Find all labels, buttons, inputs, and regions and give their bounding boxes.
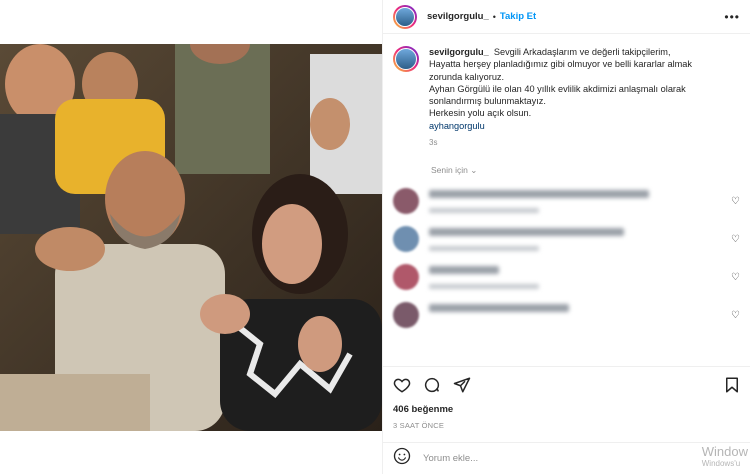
separator-dot: • bbox=[492, 11, 496, 22]
heart-icon[interactable]: ♡ bbox=[731, 272, 740, 283]
add-comment-bar bbox=[383, 442, 750, 474]
concert-audience-photo bbox=[0, 44, 382, 431]
follow-button[interactable]: Takip Et bbox=[500, 11, 536, 22]
heart-icon[interactable]: ♡ bbox=[731, 234, 740, 245]
more-icon[interactable]: ••• bbox=[724, 10, 740, 24]
caption-username[interactable]: sevilgorgulu_ bbox=[429, 47, 489, 57]
avatar[interactable] bbox=[393, 302, 419, 329]
caption-hashtag-link[interactable]: ayhangorgulu bbox=[429, 120, 692, 132]
caption-time: 3s bbox=[429, 138, 438, 148]
caption-avatar[interactable] bbox=[393, 46, 419, 72]
blurred-comment-text bbox=[429, 266, 499, 275]
share-icon[interactable] bbox=[453, 376, 471, 394]
photo-top-margin bbox=[0, 0, 382, 44]
caption-line-6: Herkesin yolu açık olsun. bbox=[429, 108, 532, 119]
heart-icon[interactable] bbox=[393, 376, 411, 394]
caption-line-5: sonlandırmış bulunmaktayız. bbox=[429, 96, 546, 107]
caption-line-2: Hayatta herşey planladığımız gibi olmuyo… bbox=[429, 59, 692, 70]
likes-count[interactable]: 406 beğenme bbox=[393, 404, 741, 415]
post-actions: 406 beğenme 3 SAAT ÖNCE bbox=[383, 366, 750, 430]
list-item: ♡ bbox=[393, 264, 740, 291]
photo-bottom-margin bbox=[0, 431, 382, 474]
caption-line-4: Ayhan Görgülü ile olan 40 yıllık evlilik… bbox=[429, 83, 686, 94]
chevron-down-icon: ⌄ bbox=[470, 165, 478, 176]
caption: sevilgorgulu_ Sevgili Arkadaşlarım ve de… bbox=[393, 46, 740, 149]
list-item: ♡ bbox=[393, 302, 740, 329]
blurred-comment-text bbox=[429, 304, 569, 313]
list-item: ♡ bbox=[393, 188, 740, 215]
blurred-comment-meta bbox=[429, 284, 539, 290]
caption-line-3: zorunda kalıyoruz. bbox=[429, 71, 505, 82]
instagram-post-window: sevilgorgulu_ • Takip Et ••• sevilgorgul… bbox=[0, 0, 750, 474]
avatar[interactable] bbox=[393, 188, 419, 215]
blurred-comment-meta bbox=[429, 246, 539, 252]
avatar[interactable] bbox=[393, 264, 419, 291]
bookmark-icon[interactable] bbox=[723, 376, 741, 394]
list-item: ♡ bbox=[393, 226, 740, 253]
for-you-filter[interactable]: Senin için ⌄ bbox=[431, 165, 740, 176]
comments-area[interactable]: sevilgorgulu_ Sevgili Arkadaşlarım ve de… bbox=[383, 34, 750, 368]
avatar[interactable] bbox=[393, 4, 417, 29]
header-username[interactable]: sevilgorgulu_ bbox=[427, 11, 489, 22]
comment-input[interactable] bbox=[423, 453, 623, 464]
blurred-comment-meta bbox=[429, 208, 539, 214]
caption-line-1: Sevgili Arkadaşlarım ve değerli takipçil… bbox=[493, 47, 671, 57]
heart-icon[interactable]: ♡ bbox=[731, 310, 740, 321]
avatar[interactable] bbox=[393, 226, 419, 253]
post-header: sevilgorgulu_ • Takip Et ••• bbox=[383, 0, 750, 34]
post-side-panel: sevilgorgulu_ • Takip Et ••• sevilgorgul… bbox=[382, 0, 750, 474]
comment-icon[interactable] bbox=[423, 376, 441, 394]
post-photo[interactable] bbox=[0, 44, 382, 431]
blurred-comment-text bbox=[429, 228, 624, 237]
windows-activation-watermark: Window Windows'u bbox=[701, 444, 748, 468]
emoji-icon[interactable] bbox=[393, 447, 411, 470]
heart-icon[interactable]: ♡ bbox=[731, 196, 740, 207]
blurred-comment-text bbox=[429, 190, 649, 199]
post-timestamp: 3 SAAT ÖNCE bbox=[393, 421, 445, 430]
